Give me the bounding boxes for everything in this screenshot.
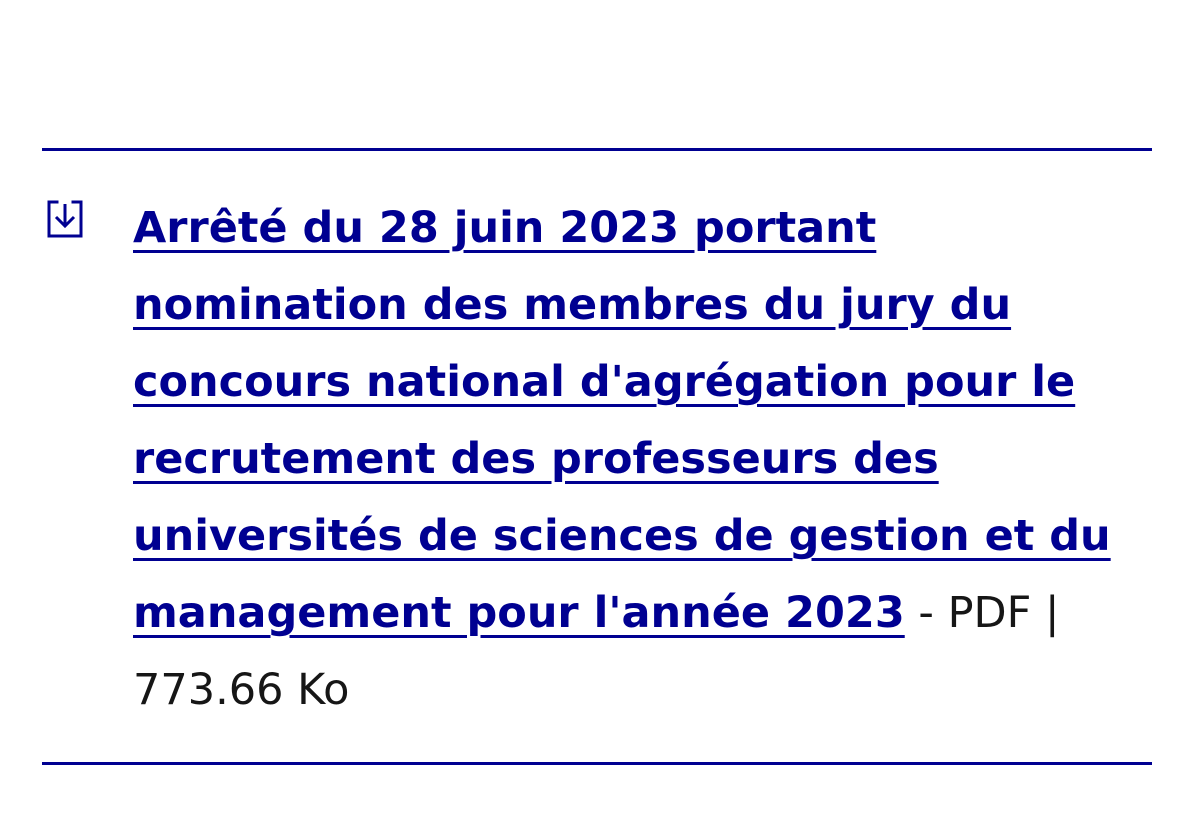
download-item: Arrêté du 28 juin 2023 portant nominatio… xyxy=(42,190,1152,729)
bottom-divider xyxy=(42,762,1152,765)
meta-separator: - xyxy=(904,588,948,638)
top-divider xyxy=(42,148,1152,151)
download-description: Arrêté du 28 juin 2023 portant nominatio… xyxy=(133,190,1123,729)
file-size: 773.66 Ko xyxy=(133,665,350,715)
download-icon[interactable] xyxy=(42,196,88,242)
file-type: PDF xyxy=(947,588,1032,638)
download-link[interactable]: Arrêté du 28 juin 2023 portant nominatio… xyxy=(133,203,1111,638)
size-separator: | xyxy=(1031,588,1060,638)
page: Arrêté du 28 juin 2023 portant nominatio… xyxy=(0,0,1200,835)
